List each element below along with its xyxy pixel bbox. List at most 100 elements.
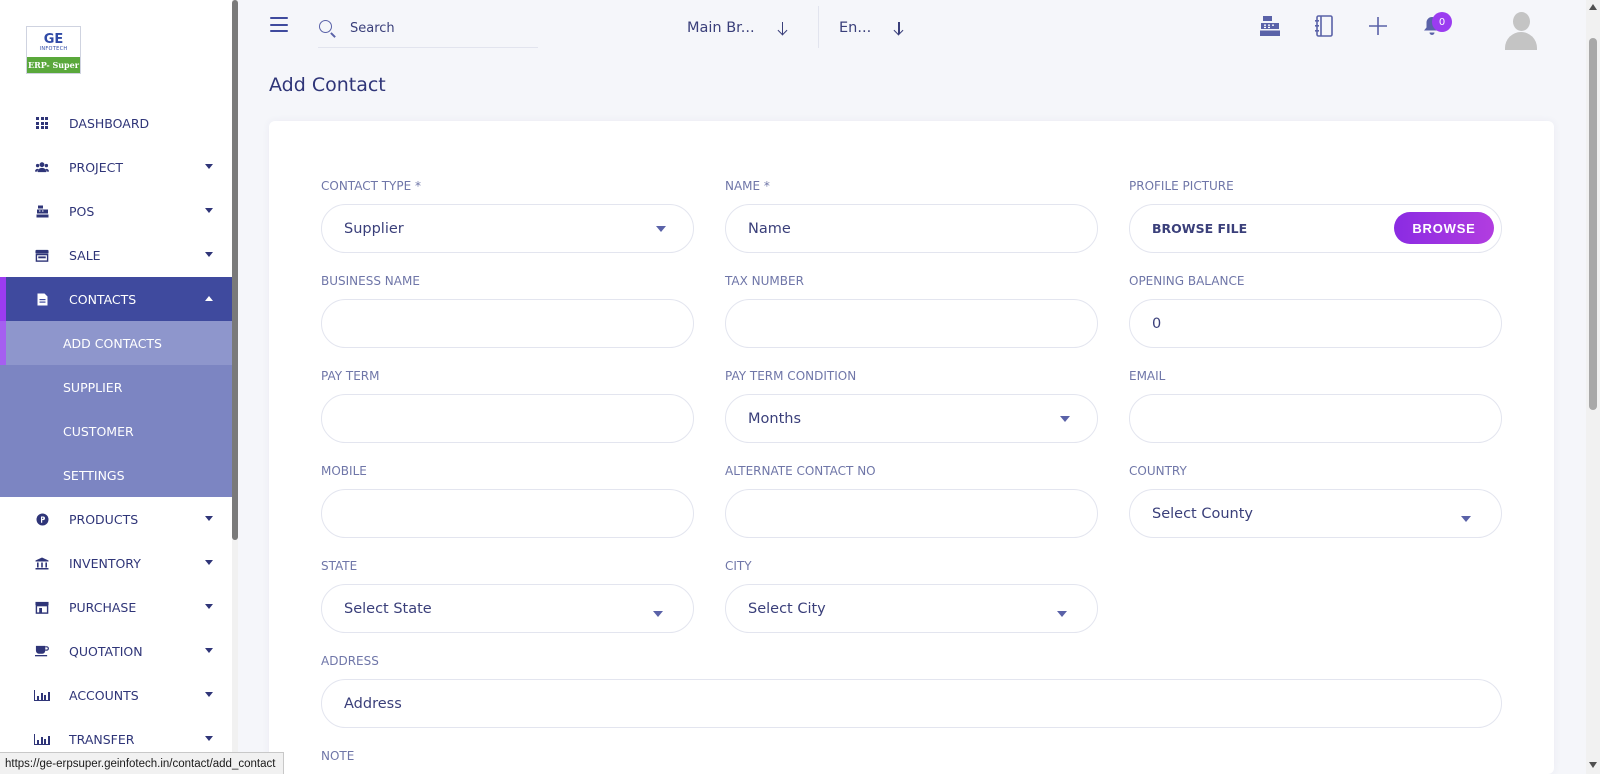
scroll-down-arrow-icon[interactable]	[1589, 762, 1597, 768]
country-select[interactable]: Select County	[1129, 489, 1502, 538]
pay-term-condition-field: PAY TERM CONDITION Months	[725, 369, 1098, 443]
note-field: NOTE	[321, 749, 694, 774]
add-contact-form: CONTACT TYPE * Supplier NAME * PROFILE P…	[269, 121, 1554, 774]
country-label: COUNTRY	[1129, 464, 1187, 478]
link-status-bar: https://ge-erpsuper.geinfotech.in/contac…	[0, 752, 285, 774]
name-field: NAME *	[725, 179, 1098, 253]
company-logo[interactable]: GE INFOTECH ERP- Super	[26, 26, 81, 74]
search-bar	[318, 10, 538, 48]
country-select-value: Select County	[1152, 505, 1253, 522]
business-name-field: BUSINESS NAME	[321, 274, 694, 348]
branch-select[interactable]: Main Br...	[687, 14, 789, 42]
caret-down-icon	[1060, 416, 1070, 422]
country-field: COUNTRY Select County	[1129, 464, 1502, 538]
product-p-icon	[35, 512, 49, 526]
opening-balance-input[interactable]	[1152, 315, 1479, 332]
cash-register-icon[interactable]	[1258, 14, 1282, 38]
mobile-field: MOBILE	[321, 464, 694, 538]
sidebar-item-dashboard[interactable]: DASHBOARD	[0, 101, 233, 145]
note-label: NOTE	[321, 749, 355, 763]
pay-term-condition-select[interactable]: Months	[725, 394, 1098, 443]
sidebar-item-contacts[interactable]: CONTACTS	[0, 277, 233, 321]
sidebar-item-label: SALE	[69, 247, 101, 263]
mobile-input[interactable]	[344, 505, 671, 522]
contact-type-select[interactable]: Supplier	[321, 204, 694, 253]
tax-number-input[interactable]	[748, 315, 1075, 332]
scroll-up-arrow-icon[interactable]	[1589, 4, 1597, 10]
sidebar-item-quotation[interactable]: QUOTATION	[0, 629, 233, 673]
submenu-item-add-contacts[interactable]: ADD CONTACTS	[0, 321, 233, 365]
page-title: Add Contact	[269, 74, 386, 96]
sidebar-item-project[interactable]: PROJECT	[0, 145, 233, 189]
submenu-item-settings[interactable]: SETTINGS	[0, 453, 233, 497]
sidebar-item-label: ACCOUNTS	[69, 687, 139, 703]
browse-button[interactable]: BROWSE	[1394, 212, 1494, 244]
alternate-contact-field: ALTERNATE CONTACT NO	[725, 464, 1098, 538]
sidebar-item-sale[interactable]: SALE	[0, 233, 233, 277]
submenu-item-label: SETTINGS	[63, 467, 125, 483]
contact-type-value: Supplier	[344, 220, 404, 237]
state-field: STATE Select State	[321, 559, 694, 633]
tax-number-input-wrap	[725, 299, 1098, 348]
tax-number-field: TAX NUMBER	[725, 274, 1098, 348]
name-input-wrap	[725, 204, 1098, 253]
alternate-contact-input[interactable]	[748, 505, 1075, 522]
notebook-icon[interactable]	[1312, 14, 1336, 38]
header-divider	[818, 6, 819, 48]
profile-picture-input[interactable]: BROWSE FILE BROWSE	[1129, 204, 1502, 253]
pay-term-condition-value: Months	[748, 410, 802, 427]
address-field: ADDRESS	[321, 654, 1502, 728]
email-input[interactable]	[1152, 410, 1479, 427]
profile-picture-field: PROFILE PICTURE BROWSE FILE BROWSE	[1129, 179, 1502, 253]
search-input[interactable]	[350, 21, 520, 36]
sidebar-item-purchase[interactable]: PURCHASE	[0, 585, 233, 629]
state-select[interactable]: Select State	[321, 584, 694, 633]
caret-down-icon	[1461, 516, 1471, 522]
hamburger-menu-icon[interactable]	[270, 17, 288, 32]
address-input[interactable]	[344, 695, 1479, 712]
city-select[interactable]: Select City	[725, 584, 1098, 633]
language-select[interactable]: En...	[839, 14, 905, 42]
caret-down-icon	[205, 604, 213, 609]
plus-icon[interactable]	[1366, 14, 1390, 38]
alternate-contact-label: ALTERNATE CONTACT NO	[725, 464, 876, 478]
contacts-submenu: ADD CONTACTS SUPPLIER CUSTOMER SETTINGS	[0, 321, 233, 497]
sidebar-item-inventory[interactable]: INVENTORY	[0, 541, 233, 585]
submenu-item-label: SUPPLIER	[63, 379, 123, 395]
business-name-input[interactable]	[344, 315, 671, 332]
name-input[interactable]	[748, 220, 1075, 237]
sidebar-scrollbar[interactable]	[232, 0, 238, 774]
logo-word: INFOTECH	[39, 45, 68, 52]
alternate-contact-input-wrap	[725, 489, 1098, 538]
pay-term-condition-label: PAY TERM CONDITION	[725, 369, 857, 383]
sidebar-item-label: POS	[69, 203, 95, 219]
sidebar-item-pos[interactable]: POS	[0, 189, 233, 233]
submenu-item-supplier[interactable]: SUPPLIER	[0, 365, 233, 409]
sidebar-item-label: DASHBOARD	[69, 115, 150, 131]
email-input-wrap	[1129, 394, 1502, 443]
pay-term-input-wrap	[321, 394, 694, 443]
submenu-item-label: CUSTOMER	[63, 423, 134, 439]
business-name-label: BUSINESS NAME	[321, 274, 420, 288]
pay-term-field: PAY TERM	[321, 369, 694, 443]
coffee-icon	[35, 644, 49, 658]
sidebar-item-products[interactable]: PRODUCTS	[0, 497, 233, 541]
caret-down-icon	[1057, 611, 1067, 617]
pay-term-input[interactable]	[344, 410, 671, 427]
caret-down-icon	[653, 611, 663, 617]
caret-down-icon	[205, 560, 213, 565]
sidebar-scrollbar-thumb[interactable]	[232, 0, 238, 540]
profile-picture-label: PROFILE PICTURE	[1129, 179, 1234, 193]
sidebar-item-accounts[interactable]: ACCOUNTS	[0, 673, 233, 717]
contact-file-icon	[35, 292, 49, 306]
mobile-input-wrap	[321, 489, 694, 538]
sidebar-item-label: QUOTATION	[69, 643, 143, 659]
shop-icon	[35, 600, 49, 614]
search-icon[interactable]	[318, 19, 338, 39]
city-field: CITY Select City	[725, 559, 1098, 633]
submenu-item-customer[interactable]: CUSTOMER	[0, 409, 233, 453]
user-avatar[interactable]	[1504, 8, 1538, 50]
page-scrollbar[interactable]	[1586, 0, 1600, 774]
name-label: NAME *	[725, 179, 770, 193]
page-scrollbar-thumb[interactable]	[1589, 38, 1597, 410]
